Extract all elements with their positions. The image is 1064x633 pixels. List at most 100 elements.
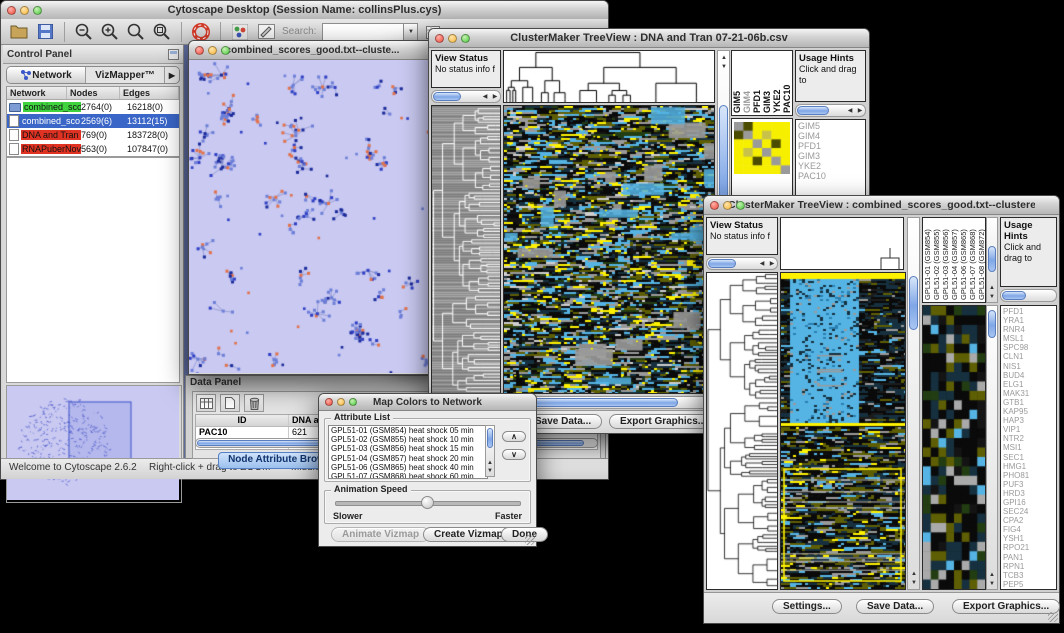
attribute-list-item[interactable]: GPL51-07 (GSM868) heat shock 60 min — [331, 472, 487, 479]
close-icon[interactable] — [325, 398, 333, 406]
settings-button[interactable]: Settings... — [772, 599, 842, 614]
search-input[interactable] — [322, 23, 404, 41]
network-row[interactable]: RNAPuberNov2+! 563(0) 107847(0) — [7, 142, 179, 156]
minimize-icon[interactable] — [208, 46, 217, 55]
zoom-heatmap[interactable] — [922, 305, 986, 590]
close-icon[interactable] — [435, 34, 444, 43]
gene-label[interactable]: CPA2 — [1003, 516, 1054, 525]
attribute-list-vscrollbar[interactable]: ▲ ▼ — [485, 425, 495, 477]
open-session-button[interactable] — [9, 22, 29, 42]
close-icon[interactable] — [7, 6, 16, 15]
move-down-button[interactable]: ∨ — [502, 449, 526, 460]
zoom-window-icon[interactable] — [33, 6, 42, 15]
gene-label[interactable]: MSL1 — [1003, 334, 1054, 343]
tab-overflow-icon[interactable]: ▶ — [165, 67, 179, 83]
treeview2-titlebar[interactable]: ClusterMaker TreeView : combined_scores_… — [704, 196, 1059, 215]
gene-label[interactable]: YKE2 — [798, 161, 863, 171]
gene-label[interactable]: RPO21 — [1003, 543, 1054, 552]
heatmap-vscrollbar[interactable]: ▲ ▼ — [907, 217, 920, 590]
vizmapper-icon[interactable] — [230, 22, 250, 42]
gene-label[interactable]: SEC1 — [1003, 453, 1054, 462]
minimize-icon[interactable] — [20, 6, 29, 15]
zoom-window-icon[interactable] — [736, 201, 745, 210]
export-graphics-button[interactable]: Export Graphics... — [609, 414, 717, 429]
row-dendrogram[interactable] — [431, 105, 501, 394]
save-data-button[interactable]: Save Data... — [856, 599, 934, 614]
gene-label[interactable]: MSI1 — [1003, 443, 1054, 452]
tab-vizmapper[interactable]: VizMapper™ — [86, 67, 165, 83]
network-scatter-view[interactable] — [189, 60, 434, 373]
column-label[interactable]: GIM5 — [732, 51, 742, 115]
scroll-down-icon[interactable]: ▼ — [987, 294, 997, 301]
column-dendrogram[interactable] — [503, 50, 715, 103]
resize-grip[interactable] — [525, 535, 535, 545]
network-row[interactable]: combined_scores 2764(0) 16218(0) — [7, 100, 179, 114]
tab-network[interactable]: Network — [7, 67, 86, 83]
gene-label[interactable]: RNR4 — [1003, 325, 1054, 334]
zoom-window-icon[interactable] — [461, 34, 470, 43]
view-status-hscrollbar[interactable]: ◀ ▶ — [706, 257, 778, 270]
gene-label[interactable]: GIM4 — [798, 131, 863, 141]
scroll-down-icon[interactable]: ▼ — [485, 468, 495, 475]
select-attributes-button[interactable] — [196, 394, 216, 412]
gene-label[interactable]: YRA1 — [1003, 316, 1054, 325]
gene-label[interactable]: KAP95 — [1003, 407, 1054, 416]
network-row[interactable]: combined_sco 2569(6) 13112(15) — [7, 114, 179, 128]
zoom-out-button[interactable] — [74, 22, 94, 42]
minimize-icon[interactable] — [448, 34, 457, 43]
save-session-button[interactable] — [35, 22, 55, 42]
column-label[interactable]: PAC10 — [782, 51, 792, 115]
column-label[interactable]: GIM3 — [762, 51, 772, 115]
help-icon[interactable] — [191, 22, 211, 42]
usage-hints-hscrollbar[interactable]: ◀ ▶ — [795, 104, 866, 117]
scroll-up-icon[interactable]: ▲ — [987, 285, 997, 292]
gene-label[interactable]: NIS1 — [1003, 362, 1054, 371]
attribute-list-item[interactable]: GPL51-04 (GSM857) heat shock 20 min — [331, 454, 487, 463]
attribute-list-item[interactable]: GPL51-03 (GSM856) heat shock 15 min — [331, 444, 487, 453]
scroll-down-icon[interactable]: ▼ — [909, 580, 919, 587]
birdseye-view[interactable] — [6, 385, 182, 503]
gene-label[interactable]: HRD3 — [1003, 489, 1054, 498]
scroll-right-icon[interactable]: ▶ — [490, 94, 500, 101]
column-label[interactable]: GPL51-02 (GSM855) — [932, 218, 941, 302]
minimize-icon[interactable] — [337, 398, 345, 406]
gene-label[interactable]: SEC24 — [1003, 507, 1054, 516]
view-status-hscrollbar[interactable]: ◀ ▶ — [431, 90, 501, 103]
zoom-window-icon[interactable] — [349, 398, 357, 406]
usage-hints-hscrollbar[interactable] — [1000, 289, 1057, 302]
column-label[interactable]: PFD1 — [752, 51, 762, 115]
scroll-right-icon[interactable]: ▶ — [767, 261, 777, 268]
move-up-button[interactable]: ∧ — [502, 431, 526, 442]
attribute-list-item[interactable]: GPL51-01 (GSM854) heat shock 05 min — [331, 426, 487, 435]
gene-label[interactable]: GIM3 — [798, 151, 863, 161]
scroll-down-icon[interactable]: ▼ — [719, 64, 729, 71]
gene-label[interactable]: GTB1 — [1003, 398, 1054, 407]
gene-label[interactable]: PUF3 — [1003, 480, 1054, 489]
gene-label[interactable]: CLN1 — [1003, 352, 1054, 361]
scroll-left-icon[interactable]: ◀ — [845, 108, 855, 115]
gene-label[interactable]: FIG4 — [1003, 525, 1054, 534]
col-nodes[interactable]: Nodes — [67, 87, 120, 99]
attribute-list-item[interactable]: GPL51-06 (GSM865) heat shock 40 min — [331, 463, 487, 472]
annotation-icon[interactable] — [256, 22, 276, 42]
dialog-titlebar[interactable]: Map Colors to Network — [319, 394, 536, 411]
close-icon[interactable] — [710, 201, 719, 210]
gene-label[interactable]: GIM5 — [798, 121, 863, 131]
column-label[interactable]: GPL51-01 (GSM854) — [923, 218, 932, 302]
animate-vizmap-button[interactable]: Animate Vizmap — [331, 527, 430, 542]
treeview1-titlebar[interactable]: ClusterMaker TreeView : DNA and Tran 07-… — [429, 29, 869, 48]
scroll-up-icon[interactable]: ▲ — [719, 55, 729, 62]
zoom-fit-button[interactable] — [152, 22, 172, 42]
heatmap[interactable] — [503, 105, 715, 394]
gene-label[interactable]: BUD4 — [1003, 371, 1054, 380]
speed-slider-thumb[interactable] — [421, 496, 434, 509]
gene-label[interactable]: PEP5 — [1003, 580, 1054, 589]
gene-label[interactable]: HAP3 — [1003, 416, 1054, 425]
new-attribute-button[interactable] — [220, 394, 240, 412]
gene-label[interactable]: HMG1 — [1003, 462, 1054, 471]
attribute-list-item[interactable]: GPL51-02 (GSM855) heat shock 10 min — [331, 435, 487, 444]
column-label[interactable]: GPL51-06 (GSM865) — [959, 218, 968, 302]
zoom-in-button[interactable] — [100, 22, 120, 42]
gene-label[interactable]: MON2 — [1003, 589, 1054, 590]
scroll-left-icon[interactable]: ◀ — [757, 261, 767, 268]
